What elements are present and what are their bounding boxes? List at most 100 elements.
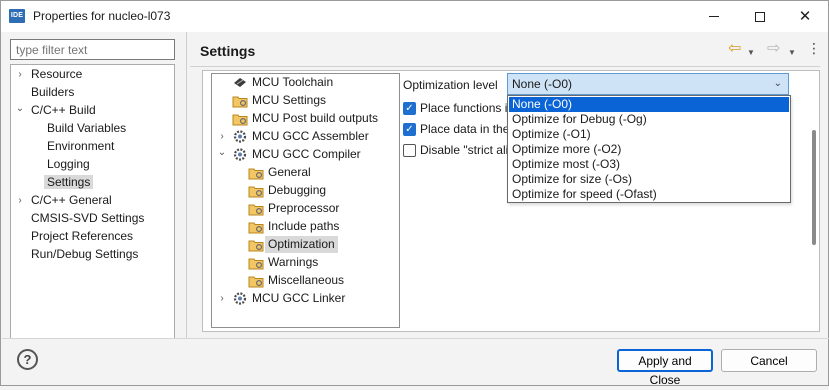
nav-label: C/C++ General [31,193,112,207]
nav-label: Resource [31,67,83,81]
chevron-down-icon[interactable]: ⌄ [15,100,25,117]
tree-item-label: Debugging [268,183,327,197]
gear-icon [233,130,247,143]
checkmark-icon: ✓ [405,124,414,135]
tree-item-debugging[interactable]: Debugging [212,182,399,199]
footer-divider [2,338,829,339]
nav-item-cmsis-svd[interactable]: CMSIS-SVD Settings [31,210,144,227]
scrollbar-thumb[interactable] [812,130,816,245]
title-bar: IDE Properties for nucleo-l073 ✕ [1,1,828,32]
tree-item-label: MCU Settings [252,93,327,107]
nav-label: Project References [31,229,134,243]
tree-item-label: MCU GCC Linker [252,291,346,305]
maximize-icon [755,11,765,22]
dropdown-option[interactable]: None (-O0) [509,97,789,112]
tree-item-mcu-gcc-assembler[interactable]: › MCU GCC Assembler [212,128,399,145]
nav-item-builders[interactable]: Builders [31,84,74,101]
nav-label: Environment [47,139,115,153]
checkmark-icon: ✓ [405,103,414,114]
tree-item-general[interactable]: General [212,164,399,181]
page-title: Settings [200,43,256,59]
close-button[interactable]: ✕ [782,1,828,32]
tree-item-mcu-settings[interactable]: MCU Settings [212,92,399,109]
settings-folder-icon [232,114,248,126]
tree-item-label: Preprocessor [268,201,340,215]
place-data-label: Place data in the [420,122,510,136]
property-page-tree: › Resource Builders ⌄ C/C++ Build Build … [10,64,175,339]
tree-item-label: Miscellaneous [268,273,345,287]
tree-item-include-paths[interactable]: Include paths [212,218,399,235]
toolchain-icon [234,78,246,87]
tree-item-label: Optimization [265,236,338,253]
dropdown-option[interactable]: Optimize for Debug (-Og) [509,112,789,127]
settings-folder-icon [248,222,264,234]
dropdown-option[interactable]: Optimize for speed (-Ofast) [509,187,789,202]
nav-label: Logging [47,157,90,171]
cancel-button[interactable]: Cancel [721,349,817,372]
nav-label: Build Variables [47,121,127,135]
gear-icon [233,292,247,305]
tree-item-warnings[interactable]: Warnings [212,254,399,271]
tree-item-mcu-toolchain[interactable]: MCU Toolchain [212,74,399,91]
chevron-right-icon[interactable]: › [15,66,25,83]
properties-dialog: IDE Properties for nucleo-l073 ✕ › Resou… [0,0,829,387]
settings-folder-icon [248,186,264,198]
back-menu-icon[interactable]: ▼ [747,45,755,61]
ide-app-icon: IDE [9,9,25,23]
tree-item-label: Warnings [268,255,319,269]
minimize-button[interactable] [691,1,737,32]
tree-item-label: MCU GCC Compiler [252,147,361,161]
chevron-right-icon[interactable]: › [217,128,227,145]
apply-and-close-button[interactable]: Apply and Close [617,349,713,387]
nav-item-build-variables[interactable]: Build Variables [47,120,126,137]
nav-item-run-debug[interactable]: Run/Debug Settings [31,246,138,263]
nav-item-environment[interactable]: Environment [47,138,114,155]
maximize-button[interactable] [737,1,783,32]
tree-item-mcu-gcc-linker[interactable]: › MCU GCC Linker [212,290,399,307]
tree-item-mcu-post-build[interactable]: MCU Post build outputs [212,110,399,127]
dropdown-option[interactable]: Optimize most (-O3) [509,157,789,172]
tree-item-mcu-gcc-compiler[interactable]: ⌄ MCU GCC Compiler [212,146,399,163]
chevron-right-icon[interactable]: › [217,290,227,307]
settings-folder-icon [248,204,264,216]
more-icon[interactable]: ⋮ [807,40,821,56]
dropdown-option[interactable]: Optimize more (-O2) [509,142,789,157]
help-icon[interactable]: ? [17,349,38,370]
place-data-checkbox[interactable]: ✓ [403,123,416,136]
dropdown-option[interactable]: Optimize for size (-Os) [509,172,789,187]
gear-icon [233,148,247,161]
tree-item-label: MCU Toolchain [252,75,334,89]
pane-splitter[interactable] [186,32,187,338]
nav-item-logging[interactable]: Logging [47,156,90,173]
nav-item-project-references[interactable]: Project References [31,228,133,245]
tree-item-optimization[interactable]: Optimization [212,236,399,253]
chevron-right-icon[interactable]: › [15,192,25,209]
tool-settings-tree: MCU Toolchain MCU Settings MCU Post buil… [211,73,400,328]
minimize-icon [709,16,719,17]
chevron-down-icon[interactable]: ⌄ [217,144,227,161]
tree-item-label: MCU Post build outputs [252,111,379,125]
tree-item-preprocessor[interactable]: Preprocessor [212,200,399,217]
dropdown-option[interactable]: Optimize (-O1) [509,127,789,142]
forward-icon[interactable]: ⇨ [767,41,780,57]
settings-folder-icon [248,240,264,252]
place-functions-label: Place functions i [420,101,508,115]
back-icon[interactable]: ⇦ [728,41,741,57]
filter-input[interactable] [10,39,175,60]
tree-item-miscellaneous[interactable]: Miscellaneous [212,272,399,289]
nav-label: Run/Debug Settings [31,247,139,261]
disable-strict-aliasing-checkbox[interactable] [403,144,416,157]
forward-menu-icon[interactable]: ▼ [788,45,796,61]
settings-folder-icon [248,258,264,270]
nav-label: Builders [31,85,75,99]
nav-label: Settings [44,175,94,189]
nav-item-settings[interactable]: Settings [44,174,94,191]
disable-strict-aliasing-label: Disable "strict ali [420,143,509,157]
close-icon: ✕ [798,8,812,25]
optimization-level-label: Optimization level [403,78,498,92]
settings-folder-icon [248,168,264,180]
optimization-level-select[interactable]: None (-O0) ⌄ [507,73,789,95]
place-functions-checkbox[interactable]: ✓ [403,102,416,115]
window-title: Properties for nucleo-l073 [33,9,171,23]
optimization-level-value: None (-O0) [512,77,573,91]
